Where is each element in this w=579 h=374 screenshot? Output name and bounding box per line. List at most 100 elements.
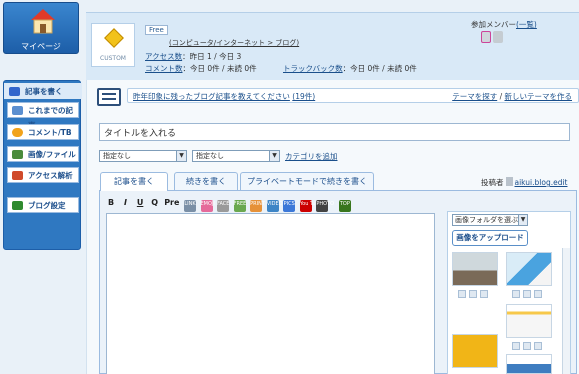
image-panel: 画像フォルダを選ぶ ▼ 画像をアップロード <box>447 211 571 374</box>
theme-count[interactable]: (19件) <box>292 92 315 101</box>
top-icon[interactable]: TOP <box>338 200 351 212</box>
chevron-down-icon: ▼ <box>269 151 279 161</box>
theme-prompt-link[interactable]: 昨年印象に残ったブログ記事を教えてください <box>133 92 290 101</box>
tab-private-continue[interactable]: プライベートモードで続きを書く <box>240 172 374 190</box>
comment-icon <box>12 128 23 137</box>
sidebar-item-images[interactable]: 画像/ファイル <box>7 146 79 162</box>
trackback-link[interactable]: トラックバック数 <box>283 64 343 73</box>
print-icon[interactable]: PRINT <box>250 200 265 212</box>
trackback-value: ：今日 0件 / 未読 0件 <box>342 64 417 73</box>
face-icon[interactable]: FACE <box>217 200 229 212</box>
house-icon <box>31 9 55 34</box>
mypage-button[interactable]: マイページ <box>3 2 79 54</box>
photo-icon[interactable]: PHOTO <box>316 200 334 212</box>
pics-icon[interactable]: PICS <box>283 200 296 212</box>
insert-icon[interactable] <box>512 342 520 350</box>
category-select-1-value: 指定なし <box>103 152 131 160</box>
pre-button[interactable]: Pre <box>164 197 179 209</box>
members-list-link[interactable]: (一覧) <box>516 20 537 29</box>
link-icon[interactable]: LINK <box>183 200 196 212</box>
delete-icon[interactable] <box>534 342 542 350</box>
add-category-link[interactable]: カテゴリを追加 <box>285 151 338 162</box>
user-icon <box>505 177 513 186</box>
theme-box: 昨年印象に残ったブログ記事を教えてください (19件) テーマを探す / 新しい… <box>127 88 579 103</box>
emoji-icon[interactable]: EMOJI <box>200 200 215 212</box>
category-select-1[interactable]: 指定なし ▼ <box>99 150 187 162</box>
member-avatar-icon[interactable] <box>481 31 491 43</box>
delete-icon[interactable] <box>534 290 542 298</box>
comment-link[interactable]: コメント数 <box>145 64 183 73</box>
edit-icon[interactable] <box>469 290 477 298</box>
thumbnail-actions <box>458 290 491 298</box>
sidebar-item-comments[interactable]: コメント/TB <box>7 124 79 140</box>
thumbnail-actions <box>512 290 545 298</box>
comment-value: ：今日 0件 / 未読 0件 <box>182 64 257 73</box>
wrench-icon <box>12 201 23 210</box>
editor-body-textarea[interactable] <box>106 213 435 374</box>
plan-badge: Free <box>145 25 168 35</box>
member-avatars <box>481 31 507 45</box>
chevron-down-icon: ▼ <box>518 215 527 225</box>
image-panel-scrollbar[interactable] <box>562 248 570 374</box>
video-icon[interactable]: VIDEO <box>266 200 283 212</box>
pencil-icon <box>9 87 20 96</box>
blog-header: CUSTOM Free (コンピュータ/インターネット > ブログ) アクセス数… <box>86 12 579 80</box>
document-icon <box>12 106 23 115</box>
image-thumbnail[interactable] <box>506 252 552 286</box>
category-link[interactable]: (コンピュータ/インターネット > ブログ) <box>169 38 299 48</box>
sidebar-item-articles[interactable]: これまでの記事 <box>7 102 79 130</box>
image-thumbnail[interactable] <box>506 304 552 338</box>
blog-logo[interactable]: CUSTOM <box>91 23 135 67</box>
insert-icon[interactable] <box>458 290 466 298</box>
members-text: 参加メンバー <box>471 20 516 29</box>
thumbnail-actions <box>512 342 545 350</box>
access-stats: アクセス数：昨日 1 / 今日 3 <box>145 51 241 62</box>
image-thumbnail[interactable] <box>506 354 552 374</box>
upload-image-button[interactable]: 画像をアップロード <box>452 230 528 246</box>
delete-icon[interactable] <box>480 290 488 298</box>
edit-icon[interactable] <box>523 290 531 298</box>
image-thumbnail[interactable] <box>452 334 498 368</box>
access-link[interactable]: アクセス数 <box>145 52 182 61</box>
poster-name[interactable]: aikui.blog.edit <box>515 178 568 187</box>
sidebar-item-label: 記事を書く <box>25 87 63 96</box>
trackback-stats: トラックバック数：今日 0件 / 未読 0件 <box>283 63 417 74</box>
theme-bar: 昨年印象に残ったブログ記事を教えてください (19件) テーマを探す / 新しい… <box>93 84 579 107</box>
new-theme-link[interactable]: 新しいテーマを作る <box>505 92 573 101</box>
sidebar-item-settings[interactable]: ブログ設定 <box>7 197 79 213</box>
image-folder-select[interactable]: 画像フォルダを選ぶ ▼ <box>452 214 528 226</box>
tab-write[interactable]: 記事を書く <box>100 172 168 191</box>
youtube-icon[interactable]: You Tube <box>299 200 322 212</box>
poster-info: 投稿者 aikui.blog.edit <box>481 177 568 188</box>
mypage-label: マイページ <box>21 42 61 51</box>
quote-button[interactable]: Q <box>150 197 160 209</box>
sidebar-item-label: アクセス解析 <box>28 171 73 180</box>
image-folder-value: 画像フォルダを選ぶ <box>455 216 518 224</box>
poster-label: 投稿者 <box>481 178 504 187</box>
editor-panel: B I U Q Pre LINK EMOJI FACE FREE PRINT V… <box>99 190 577 374</box>
chart-icon <box>12 171 23 180</box>
bold-button[interactable]: B <box>106 197 116 209</box>
member-avatar-icon[interactable] <box>493 31 503 43</box>
category-select-2[interactable]: 指定なし ▼ <box>192 150 280 162</box>
sidebar-item-write[interactable]: 記事を書く <box>4 83 82 99</box>
tab-continue[interactable]: 続きを書く <box>174 172 238 190</box>
free-icon[interactable]: FREE <box>233 200 246 212</box>
underline-button[interactable]: U <box>135 197 145 209</box>
sidebar-nav: 記事を書く これまでの記事 コメント/TB 画像/ファイル アクセス解析 ブログ… <box>3 80 82 250</box>
theme-actions: テーマを探す / 新しいテーマを作る <box>452 92 573 101</box>
italic-button[interactable]: I <box>121 197 131 209</box>
find-theme-link[interactable]: テーマを探す <box>452 92 497 101</box>
category-select-2-value: 指定なし <box>196 152 224 160</box>
access-value: ：昨日 1 / 今日 3 <box>182 52 242 61</box>
image-thumbnail[interactable] <box>452 252 498 286</box>
title-input[interactable] <box>99 123 570 141</box>
insert-icon[interactable] <box>512 290 520 298</box>
comment-stats: コメント数：今日 0件 / 未読 0件 <box>145 63 257 74</box>
sidebar: マイページ 記事を書く これまでの記事 コメント/TB 画像/ファイル アクセス… <box>0 0 82 374</box>
sidebar-item-label: コメント/TB <box>28 128 72 137</box>
sidebar-item-analytics[interactable]: アクセス解析 <box>7 167 79 183</box>
sidebar-item-label: ブログ設定 <box>28 201 66 210</box>
cube-icon <box>104 28 124 48</box>
edit-icon[interactable] <box>523 342 531 350</box>
